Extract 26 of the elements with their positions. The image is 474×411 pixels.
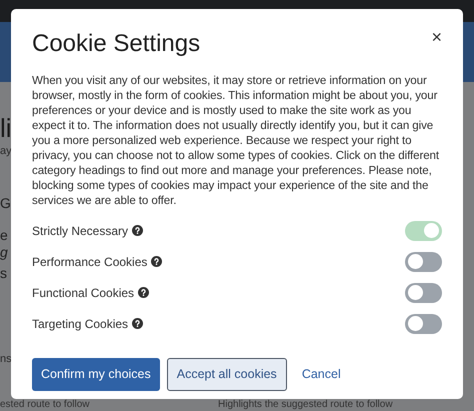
background-text: G: [0, 194, 12, 212]
toggle-switch[interactable]: [405, 252, 442, 272]
background-text: g: [0, 244, 9, 260]
toggle-switch[interactable]: [405, 282, 442, 302]
background-text: s: [0, 264, 8, 282]
background-text: e: [0, 226, 9, 244]
background-text: ested route to follow: [0, 399, 90, 411]
help-icon: [151, 256, 162, 267]
cancel-link[interactable]: Cancel: [294, 358, 349, 391]
help-icon: [132, 225, 144, 236]
accept-all-button[interactable]: Accept all cookies: [166, 358, 287, 391]
category-label: Performance Cookies: [32, 254, 148, 270]
background-text: ns: [0, 352, 12, 366]
toggle-switch[interactable]: [405, 314, 442, 334]
confirm-button[interactable]: Confirm my choices: [32, 358, 160, 391]
background-text: li: [0, 114, 12, 142]
category-label: Strictly Necessary: [32, 222, 128, 240]
category-label: Targeting Cookies: [32, 316, 128, 332]
close-button[interactable]: ×: [431, 28, 442, 46]
category-label: Functional Cookies: [32, 284, 134, 302]
help-icon: [132, 318, 144, 329]
help-icon: [138, 287, 150, 298]
dialog-title: Cookie Settings: [32, 29, 200, 59]
dialog-description: When you visit any of our websites, it may store or retrieve information on your browser, mostly in the form of cookies. This information might be about you, your preferences or your device and is mostly used to make the site work as you expect it to. The information does not usually directly identify you, but it can give you a more personalized web experience. Because we respect your right to privacy, you can choose not to allow some types of cookies. Click on the different category headings to find out more and manage your preferences. Please note, blocking some types of cookies may impact your experience of the site and the services we are able to offer.: [32, 73, 440, 208]
background-text: ay: [0, 144, 12, 158]
background-text: Highlights the suggested route to follow: [218, 399, 393, 411]
